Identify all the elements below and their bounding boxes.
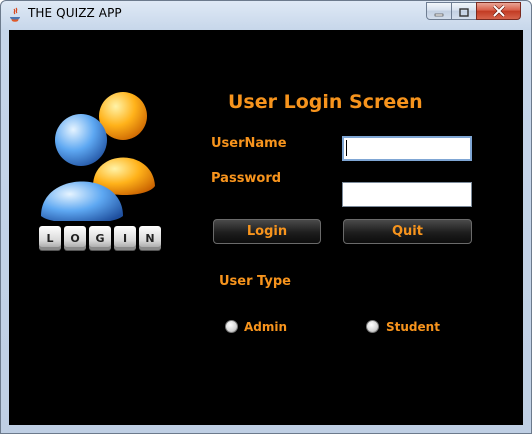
users-login-icon [41, 92, 155, 221]
login-button-label: Login [246, 224, 288, 239]
login-button[interactable]: Login [213, 219, 321, 244]
java-app-icon[interactable] [7, 7, 23, 23]
window-title: THE QUIZZ APP [28, 6, 122, 20]
app-window: THE QUIZZ APP L O G I N User Login Scree… [0, 0, 532, 434]
student-radio-label[interactable]: Student [386, 320, 440, 334]
logo-key: L [39, 226, 61, 250]
logo-key: N [139, 226, 161, 250]
username-label: UserName [211, 136, 287, 151]
logo-key: O [64, 226, 86, 250]
page-title: User Login Screen [228, 91, 423, 113]
quit-button-label: Quit [392, 224, 423, 239]
username-input[interactable] [342, 136, 472, 161]
minimize-icon [434, 2, 444, 21]
logo-key: I [114, 226, 136, 250]
password-input[interactable] [342, 182, 472, 207]
login-panel: L O G I N User Login Screen UserName Pas… [9, 30, 523, 425]
logo-key: G [89, 226, 111, 250]
title-bar[interactable]: THE QUIZZ APP [1, 1, 531, 29]
quit-button[interactable]: Quit [343, 219, 472, 244]
user-type-label: User Type [219, 274, 291, 289]
admin-radio-label[interactable]: Admin [244, 320, 287, 334]
maximize-button[interactable] [451, 2, 477, 20]
minimize-button[interactable] [426, 2, 452, 20]
close-button[interactable] [476, 2, 521, 20]
maximize-icon [459, 2, 469, 21]
student-radio[interactable] [366, 320, 379, 333]
text-caret [346, 140, 347, 156]
admin-radio[interactable] [225, 320, 238, 333]
close-icon [492, 2, 506, 21]
password-label: Password [211, 171, 282, 186]
